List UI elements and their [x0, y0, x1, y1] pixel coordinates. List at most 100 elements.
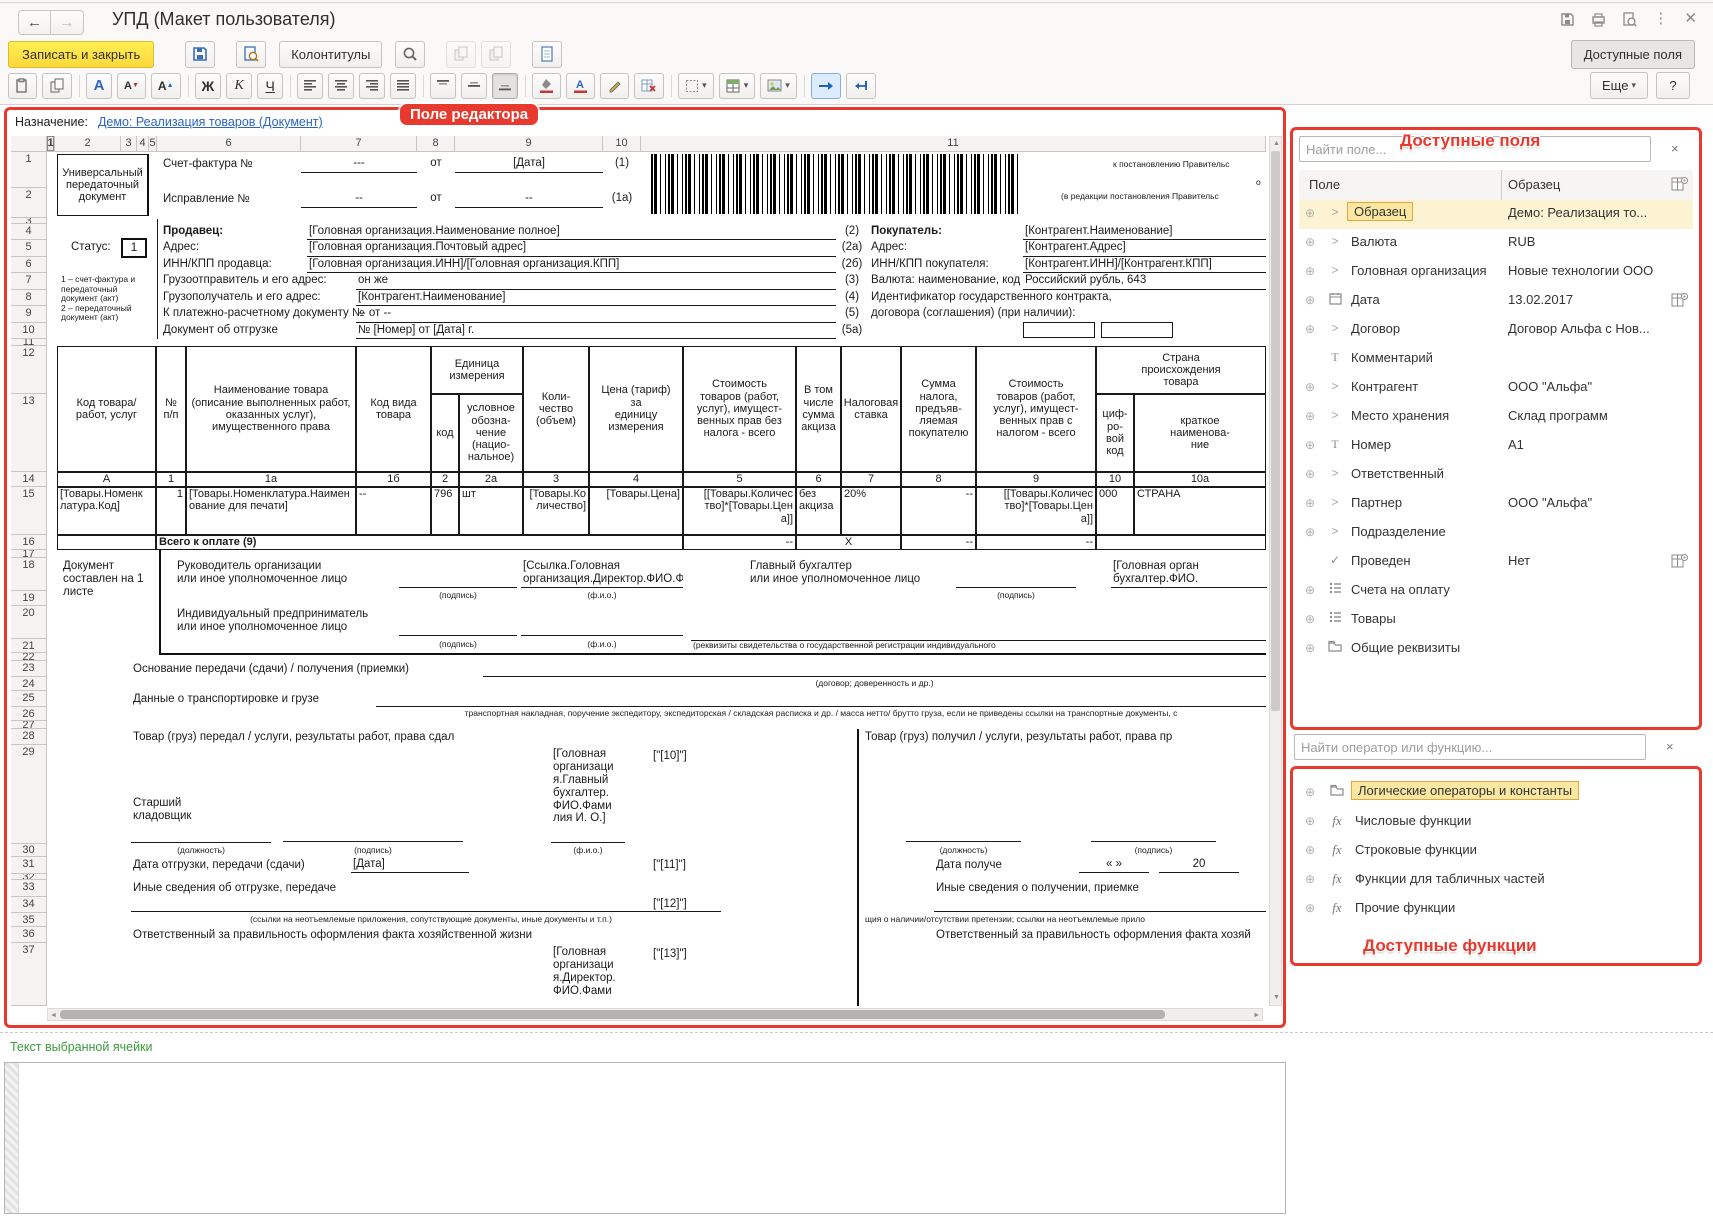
sheet-cell[interactable]: (подпись): [283, 846, 463, 857]
expand-icon[interactable]: ⊕: [1305, 872, 1315, 886]
sheet-cell[interactable]: [Товары.Номенк латура.Код]: [57, 487, 156, 535]
field-row[interactable]: ⊕>Подразделение: [1299, 519, 1693, 548]
sheet-cell[interactable]: 10а: [1134, 472, 1266, 487]
sheet-cell[interactable]: краткое наименова- ние: [1134, 394, 1266, 472]
function-search-clear-icon[interactable]: ×: [1666, 739, 1674, 754]
expand-icon[interactable]: ⊕: [1305, 583, 1315, 597]
sheet-cell[interactable]: транспортная накладная, поручение экспед…: [376, 709, 1266, 721]
sheet-cell[interactable]: Валюта: наименование, код: [869, 274, 1021, 290]
sheet-cell[interactable]: Грузополучатель и его адрес:: [161, 291, 353, 306]
help-button[interactable]: ?: [1656, 72, 1690, 99]
sheet-cell[interactable]: Продавец:: [161, 225, 301, 240]
sheet-cell[interactable]: Дата получе: [934, 859, 1007, 874]
expand-icon[interactable]: ⊕: [1305, 496, 1315, 510]
row-header[interactable]: 12: [11, 346, 47, 394]
available-fields-toggle-button[interactable]: Доступные поля: [1571, 40, 1695, 69]
sheet-cell[interactable]: (должность): [906, 846, 1021, 857]
field-row[interactable]: ⊕>ДоговорДоговор Альфа с Нов...: [1299, 316, 1693, 345]
sheet-cell[interactable]: Ответственный за правильность оформления…: [934, 929, 1266, 943]
expand-icon[interactable]: ⊕: [1305, 293, 1315, 307]
text-direction-button[interactable]: [811, 73, 841, 99]
sheet-cell[interactable]: (подпись): [399, 591, 517, 603]
sheet-cell[interactable]: Документ об отгрузке: [161, 324, 353, 339]
back-button[interactable]: ←: [18, 10, 51, 35]
sheet-cell[interactable]: Идентификатор государственного контракта…: [869, 291, 1169, 306]
field-row[interactable]: ⊕Дата13.02.2017: [1299, 287, 1693, 316]
field-search-clear-icon[interactable]: ×: [1671, 141, 1679, 156]
underline-button[interactable]: Ч: [257, 73, 283, 99]
print-preview-button[interactable]: [236, 41, 266, 68]
close-icon[interactable]: ✕: [1684, 11, 1697, 26]
field-row[interactable]: ⊕Счета на оплату: [1299, 577, 1693, 606]
sheet-cell[interactable]: (2): [839, 225, 865, 240]
sheet-cell[interactable]: X: [796, 535, 901, 550]
sheet-cell[interactable]: ["[11]"]: [651, 859, 721, 874]
row-header[interactable]: 30: [11, 844, 47, 857]
row-header[interactable]: 26: [11, 707, 47, 721]
sheet-cell[interactable]: 20%: [841, 487, 901, 535]
fill-color-button[interactable]: [532, 73, 561, 99]
col-header[interactable]: 6: [157, 136, 301, 152]
sheet-cell[interactable]: (4): [839, 291, 865, 306]
row-header[interactable]: 5: [11, 240, 47, 257]
row-header[interactable]: 27: [11, 721, 47, 729]
field-row[interactable]: ⊕ТНомерА1: [1299, 432, 1693, 461]
scroll-left-icon[interactable]: ◄: [50, 1011, 57, 1021]
sheet-cell[interactable]: 6: [796, 472, 841, 487]
sheet-cell[interactable]: ["[12]"]: [651, 898, 721, 912]
sheet-cell[interactable]: [Дата]: [455, 157, 603, 173]
row-header[interactable]: 25: [11, 691, 47, 707]
sheet-cell[interactable]: (2а): [839, 241, 865, 257]
row-header[interactable]: 10: [11, 323, 47, 339]
clear-format-button[interactable]: [634, 73, 664, 99]
find-button[interactable]: [395, 41, 425, 68]
sheet-cell[interactable]: [Контрагент.Наименование]: [356, 291, 836, 306]
sheet-cell[interactable]: Индивидуальный предприниматель или иное …: [175, 608, 405, 638]
sheet-cell[interactable]: [Дата]: [351, 858, 469, 873]
sheet-cell[interactable]: № [Номер] от [Дата] г.: [356, 324, 836, 339]
valign-bottom-button[interactable]: [492, 73, 518, 99]
copy-format-button[interactable]: [446, 41, 476, 68]
sheet-cell[interactable]: 1 – счет-фактура и передаточный документ…: [59, 275, 156, 339]
sheet-cell[interactable]: А: [57, 472, 156, 487]
sheet-cell[interactable]: Адрес:: [161, 241, 301, 257]
selected-cell-text-area[interactable]: [4, 1062, 1286, 1214]
row-header[interactable]: 20: [11, 606, 47, 639]
expand-icon[interactable]: ⊕: [1305, 785, 1315, 799]
expand-icon[interactable]: ⊕: [1305, 322, 1315, 336]
sheet-cell[interactable]: к постановлению Правительс: [1111, 160, 1269, 172]
forward-button[interactable]: →: [51, 10, 84, 35]
row-header[interactable]: 2: [11, 188, 47, 218]
copy-button[interactable]: [42, 73, 72, 99]
sheet-cell[interactable]: « »: [1079, 858, 1149, 873]
row-header[interactable]: 37: [11, 943, 47, 1006]
bold-button[interactable]: Ж: [195, 73, 222, 99]
sheet-cell[interactable]: К платежно-расчетному документу №: [161, 307, 353, 323]
sheet-cell[interactable]: 3: [523, 472, 589, 487]
sheet-cell[interactable]: Данные о транспортировке и грузе: [131, 693, 373, 708]
sheet-cell[interactable]: Цена (тариф) за единицу измерения: [589, 346, 683, 472]
sheet-cell[interactable]: (ф.и.о.): [551, 846, 625, 857]
row-header[interactable]: 4: [11, 224, 47, 240]
sheet-cell[interactable]: Наименование товара (описание выполненны…: [186, 346, 356, 472]
sheet-cell[interactable]: В том числе сумма акциза: [796, 346, 841, 472]
more-button[interactable]: Еще▾: [1590, 72, 1648, 99]
field-row[interactable]: ⊕>Головная организацияНовые технологии О…: [1299, 258, 1693, 287]
col-header[interactable]: 8: [417, 136, 455, 152]
sheet-cell[interactable]: код: [431, 394, 459, 472]
sheet-cell[interactable]: [Контрагент.Адрес]: [1023, 241, 1266, 257]
row-header[interactable]: 15: [11, 487, 47, 535]
sheet-cell[interactable]: [1023, 322, 1095, 338]
row-header[interactable]: 29: [11, 745, 47, 844]
row-header[interactable]: 36: [11, 927, 47, 943]
sheet-cell[interactable]: Всего к оплате (9): [156, 535, 683, 550]
row-header[interactable]: 33: [11, 880, 47, 897]
sheet-cell[interactable]: [Головная организация.Наименование полно…: [307, 225, 836, 240]
sheet-cell[interactable]: (ф.и.о.): [521, 591, 683, 603]
sheet-cell[interactable]: --: [901, 535, 976, 550]
field-row[interactable]: ТКомментарий: [1299, 345, 1693, 374]
assignment-link[interactable]: Демо: Реализация товаров (Документ): [98, 115, 323, 129]
sheet-cell[interactable]: Сумма налога, предъяв- ляемая покупателю: [901, 346, 976, 472]
sheet-cell[interactable]: [[Товары.Количес тво]*[Товары.Цен а]]: [683, 487, 796, 535]
sheet-cell[interactable]: [Головная организация.ИНН]/[Головная орг…: [307, 258, 836, 273]
